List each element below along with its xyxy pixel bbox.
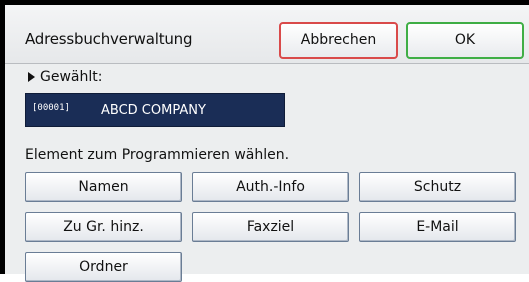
folder-button[interactable]: Ordner — [25, 252, 182, 282]
selected-label-text: Gewählt: — [40, 69, 103, 85]
entry-number: [00001] — [32, 103, 70, 113]
protection-button[interactable]: Schutz — [359, 172, 516, 202]
selected-label: Gewählt: — [28, 69, 102, 85]
entry-name: ABCD COMPANY — [101, 103, 206, 118]
instruction-text: Element zum Programmieren wählen. — [25, 147, 290, 163]
add-to-group-button[interactable]: Zu Gr. hinz. — [25, 212, 182, 242]
page-title: Adressbuchverwaltung — [25, 30, 193, 48]
email-button[interactable]: E-Mail — [359, 212, 516, 242]
triangle-right-icon — [28, 72, 35, 82]
selected-entry: [00001] ABCD COMPANY — [25, 93, 285, 127]
ok-button[interactable]: OK — [406, 22, 524, 59]
fax-destination-button[interactable]: Faxziel — [192, 212, 349, 242]
names-button[interactable]: Namen — [25, 172, 182, 202]
auth-info-button[interactable]: Auth.-Info — [192, 172, 349, 202]
cancel-button[interactable]: Abbrechen — [279, 22, 398, 59]
